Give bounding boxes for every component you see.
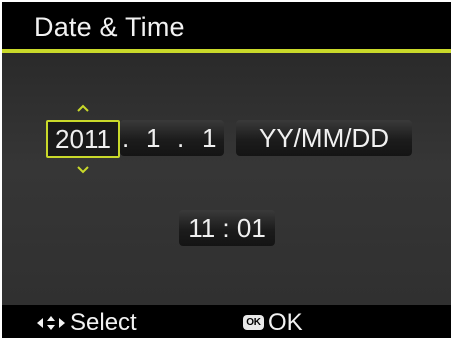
date-separator: . xyxy=(177,123,185,153)
date-format-value: YY/MM/DD xyxy=(259,123,389,153)
title-bar: Date & Time xyxy=(2,2,451,49)
time-field[interactable]: 11 : 01 xyxy=(179,210,275,246)
chevron-down-icon[interactable] xyxy=(77,166,89,174)
date-separator: . xyxy=(122,123,130,153)
time-value: 11 : 01 xyxy=(188,213,266,243)
bottom-hint-bar: Select OK OK xyxy=(2,305,451,338)
ok-hint: OK xyxy=(268,309,303,336)
dpad-icon xyxy=(36,316,66,335)
ok-button-icon: OK xyxy=(243,315,264,330)
year-value: 2011 xyxy=(55,124,111,154)
chevron-up-icon[interactable] xyxy=(77,104,89,112)
day-value[interactable]: 1 xyxy=(202,120,216,156)
camera-screen: Date & Time 2011 . 1 . 1 YY/MM/DD 11 : 0… xyxy=(2,2,451,338)
month-day-field[interactable]: . 1 . 1 xyxy=(120,120,224,156)
select-hint: Select xyxy=(70,309,137,336)
date-time-panel: 2011 . 1 . 1 YY/MM/DD 11 : 01 xyxy=(2,53,451,305)
date-format-field[interactable]: YY/MM/DD xyxy=(236,120,412,156)
year-field[interactable]: 2011 xyxy=(46,120,120,158)
month-value[interactable]: 1 xyxy=(146,120,160,156)
page-title: Date & Time xyxy=(34,12,185,42)
